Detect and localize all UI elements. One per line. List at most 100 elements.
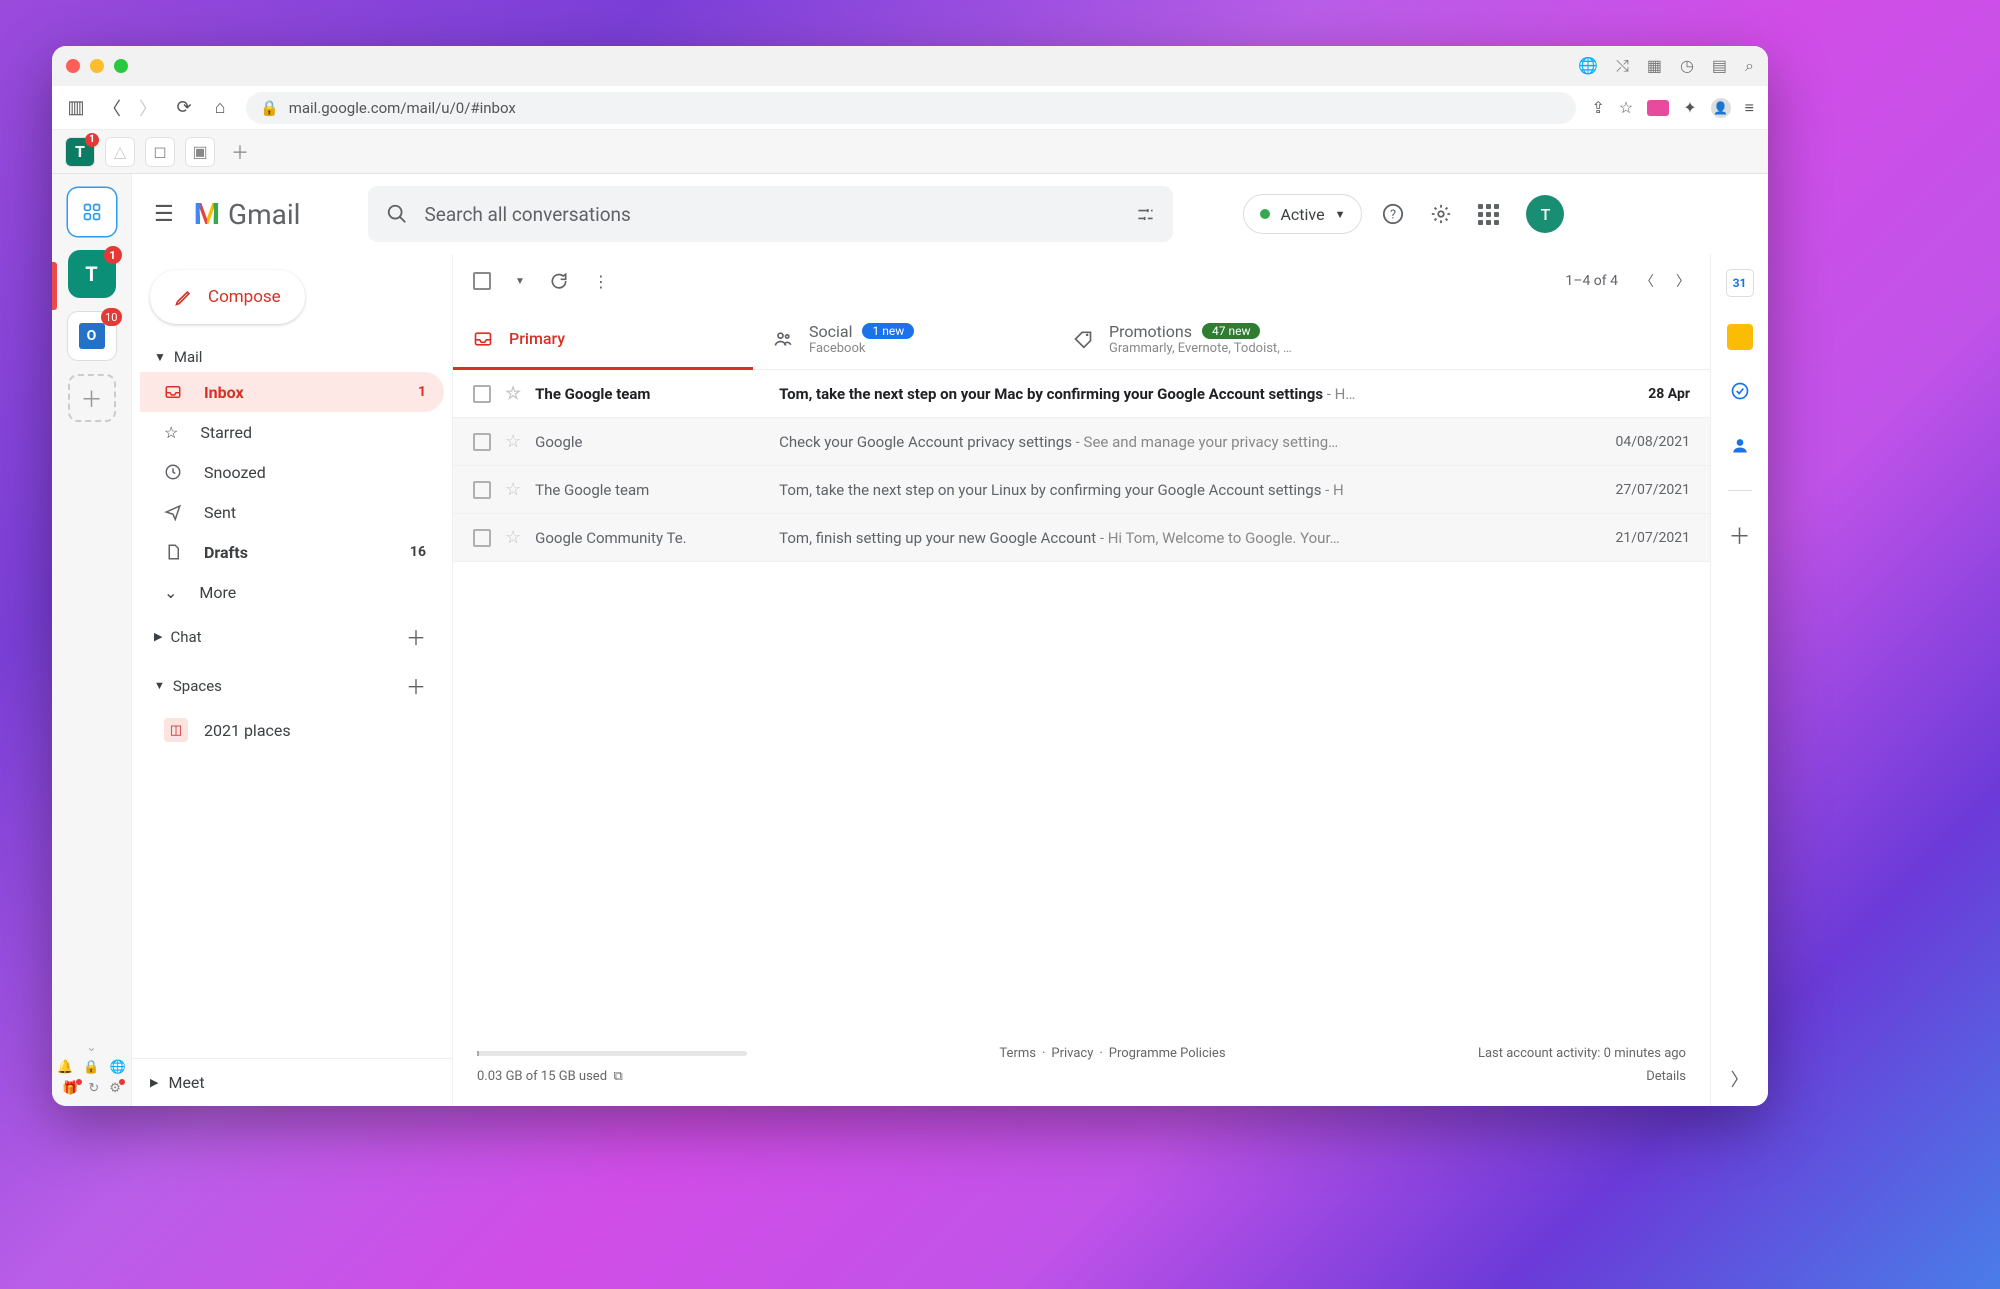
extension-pink-icon[interactable] bbox=[1647, 100, 1669, 116]
back-button[interactable]: 〈 bbox=[102, 95, 122, 121]
browser-menu-icon[interactable]: ≡ bbox=[1745, 98, 1754, 118]
refresh-icon[interactable] bbox=[549, 271, 569, 291]
rail-add-account[interactable]: ＋ bbox=[68, 374, 116, 422]
gmail-logo[interactable]: M Gmail bbox=[194, 197, 301, 232]
footer-details[interactable]: Details bbox=[1646, 1069, 1686, 1084]
extensions-puzzle-icon[interactable]: ✦ bbox=[1683, 98, 1696, 117]
message-star-icon[interactable]: ☆ bbox=[505, 383, 521, 404]
shuffle-icon[interactable]: ⤭ bbox=[1616, 56, 1629, 76]
message-row[interactable]: ☆The Google teamTom, take the next step … bbox=[453, 466, 1710, 514]
footer-policies[interactable]: Programme Policies bbox=[1109, 1046, 1226, 1061]
tab-primary[interactable]: Primary bbox=[453, 308, 753, 369]
settings-icon[interactable] bbox=[1430, 203, 1458, 225]
footer-terms[interactable]: Terms bbox=[999, 1046, 1036, 1061]
side-keep-icon[interactable] bbox=[1727, 324, 1753, 350]
side-calendar-icon[interactable]: 31 bbox=[1727, 270, 1753, 296]
select-all-checkbox[interactable] bbox=[473, 272, 491, 290]
bell-icon[interactable]: 🔔 bbox=[57, 1060, 73, 1075]
pagination-range: 1–4 of 4 bbox=[1565, 273, 1618, 289]
globe-small-icon[interactable]: 🌐 bbox=[110, 1060, 126, 1075]
app-tab-generic-2[interactable]: ▣ bbox=[186, 138, 214, 166]
tile-icon[interactable]: ▦ bbox=[1647, 56, 1662, 76]
rail-account-gmail[interactable]: T 1 bbox=[68, 250, 116, 298]
message-subject: Tom, finish setting up your new Google A… bbox=[779, 529, 1566, 547]
add-space-icon[interactable]: ＋ bbox=[406, 671, 426, 700]
bookmark-star-icon[interactable]: ☆ bbox=[1619, 98, 1633, 117]
chevron-down-icon: ▼ bbox=[1335, 208, 1346, 221]
message-row[interactable]: ☆Google Community Te.Tom, finish setting… bbox=[453, 514, 1710, 562]
message-star-icon[interactable]: ☆ bbox=[505, 479, 521, 500]
app-tab-add[interactable]: ＋ bbox=[226, 138, 254, 166]
google-apps-icon[interactable] bbox=[1478, 204, 1506, 225]
message-row[interactable]: ☆GoogleCheck your Google Account privacy… bbox=[453, 418, 1710, 466]
rail-account-outlook[interactable]: O 10 bbox=[68, 312, 116, 360]
tab-promotions[interactable]: Promotions47 new Grammarly, Evernote, To… bbox=[1053, 308, 1353, 369]
page-prev-icon[interactable]: 〈 bbox=[1640, 271, 1654, 291]
compose-button[interactable]: Compose bbox=[150, 270, 305, 324]
rail-chevron-down-icon[interactable]: ⌄ bbox=[86, 1040, 96, 1054]
message-date: 28 Apr bbox=[1580, 386, 1690, 402]
space-item[interactable]: ◫ 2021 places bbox=[140, 710, 444, 750]
more-icon[interactable]: ⋮ bbox=[593, 272, 609, 291]
nav-drafts[interactable]: Drafts 16 bbox=[140, 532, 444, 572]
nav-more[interactable]: ⌄ More bbox=[140, 572, 444, 612]
address-bar[interactable]: 🔒 mail.google.com/mail/u/0/#inbox bbox=[246, 92, 1576, 124]
app-tab-generic-1[interactable]: ◻ bbox=[146, 138, 174, 166]
nav-inbox[interactable]: Inbox 1 bbox=[140, 372, 444, 412]
footer-privacy[interactable]: Privacy bbox=[1051, 1046, 1093, 1061]
window-traffic-lights[interactable] bbox=[66, 59, 128, 73]
message-checkbox[interactable] bbox=[473, 529, 491, 547]
tune-icon[interactable] bbox=[1136, 205, 1155, 224]
message-checkbox[interactable] bbox=[473, 385, 491, 403]
section-chat-header[interactable]: ▶Chat ＋ bbox=[140, 612, 444, 661]
message-star-icon[interactable]: ☆ bbox=[505, 527, 521, 548]
gift-icon[interactable]: 🎁 bbox=[62, 1081, 78, 1096]
nav-sent[interactable]: Sent bbox=[140, 492, 444, 532]
section-mail-header[interactable]: ▼Mail bbox=[140, 342, 444, 372]
nav-starred[interactable]: ☆ Starred bbox=[140, 412, 444, 452]
main-menu-icon[interactable]: ☰ bbox=[154, 202, 174, 227]
lock-small-icon[interactable]: 🔒 bbox=[83, 1060, 99, 1075]
promotions-tab-icon bbox=[1073, 329, 1093, 349]
nav-snoozed[interactable]: Snoozed bbox=[140, 452, 444, 492]
message-checkbox[interactable] bbox=[473, 433, 491, 451]
tab-social[interactable]: Social1 new Facebook bbox=[753, 308, 1053, 369]
clock-icon bbox=[164, 463, 182, 481]
message-subject: Tom, take the next step on your Mac by c… bbox=[779, 385, 1566, 403]
refresh-small-icon[interactable]: ↻ bbox=[88, 1081, 99, 1096]
globe-icon[interactable]: 🌐 bbox=[1578, 56, 1598, 76]
lock-icon: 🔒 bbox=[260, 99, 279, 117]
section-spaces-header[interactable]: ▼Spaces ＋ bbox=[140, 661, 444, 710]
open-storage-icon[interactable]: ⧉ bbox=[613, 1069, 622, 1084]
rail-apps-button[interactable] bbox=[68, 188, 116, 236]
grid-icon[interactable]: ▤ bbox=[1712, 56, 1727, 76]
forward-button[interactable]: 〉 bbox=[138, 95, 158, 121]
search-placeholder: Search all conversations bbox=[424, 203, 630, 226]
page-next-icon[interactable]: 〉 bbox=[1676, 271, 1690, 291]
message-star-icon[interactable]: ☆ bbox=[505, 431, 521, 452]
section-meet-header[interactable]: ▶Meet bbox=[132, 1058, 452, 1106]
search-input[interactable]: Search all conversations bbox=[368, 186, 1173, 242]
account-avatar[interactable]: T bbox=[1526, 195, 1564, 233]
side-contacts-icon[interactable] bbox=[1727, 432, 1753, 458]
message-sender: Google bbox=[535, 433, 765, 451]
side-collapse-icon[interactable]: 〉 bbox=[1731, 1066, 1749, 1092]
sidebar-toggle-icon[interactable]: ▥ bbox=[66, 97, 86, 118]
settings-small-icon[interactable]: ⚙ bbox=[109, 1081, 121, 1096]
app-tab-drive[interactable]: △ bbox=[106, 138, 134, 166]
reload-button[interactable]: ⟳ bbox=[174, 97, 194, 118]
search-icon[interactable]: ⌕ bbox=[1745, 56, 1754, 76]
app-tab-gmail-pinned[interactable]: T1 bbox=[66, 138, 94, 166]
select-dropdown-icon[interactable]: ▼ bbox=[515, 276, 525, 287]
compass-icon[interactable]: ◷ bbox=[1680, 56, 1694, 76]
home-button[interactable]: ⌂ bbox=[210, 97, 230, 118]
browser-profile-icon[interactable]: 👤 bbox=[1711, 98, 1731, 118]
message-checkbox[interactable] bbox=[473, 481, 491, 499]
side-tasks-icon[interactable] bbox=[1727, 378, 1753, 404]
status-chip[interactable]: Active ▼ bbox=[1243, 194, 1362, 234]
add-chat-icon[interactable]: ＋ bbox=[406, 622, 426, 651]
side-add-icon[interactable]: ＋ bbox=[1728, 519, 1750, 551]
share-icon[interactable]: ⇪ bbox=[1592, 98, 1605, 117]
message-row[interactable]: ☆The Google teamTom, take the next step … bbox=[453, 370, 1710, 418]
support-icon[interactable]: ? bbox=[1382, 203, 1410, 225]
